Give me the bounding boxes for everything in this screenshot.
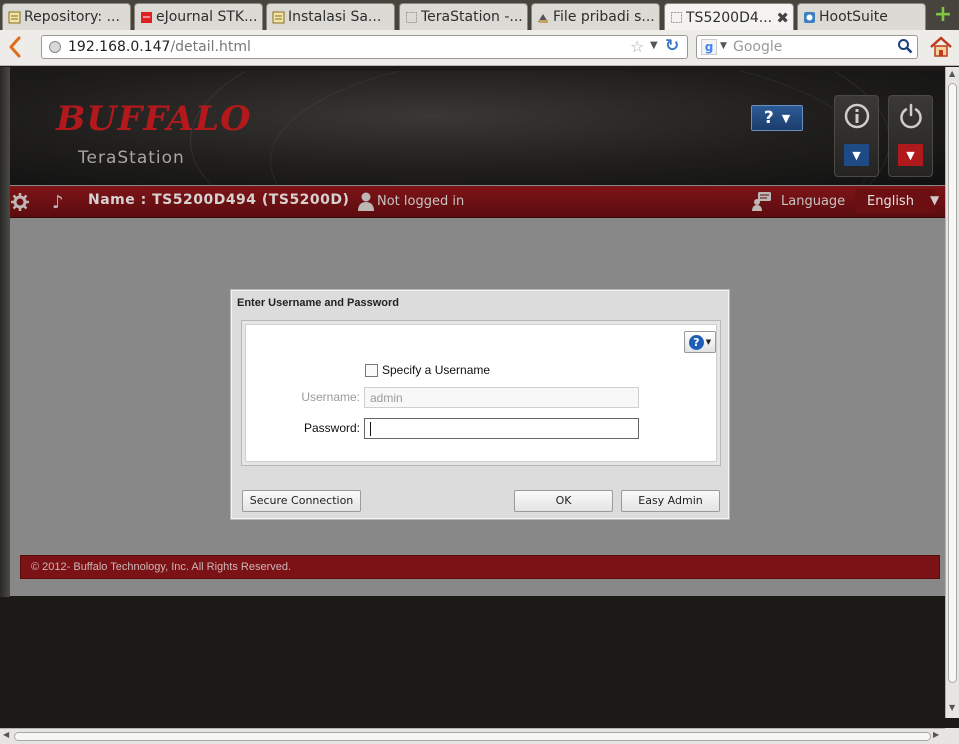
globe-icon (49, 41, 61, 53)
tab-title: TeraStation -... (421, 9, 523, 25)
tab-title: Instalasi Sa... (288, 9, 382, 25)
new-tab-icon[interactable]: + (933, 4, 953, 26)
status-bar: ♪ Name : TS5200D494 (TS5200D) Not logged… (10, 186, 945, 218)
browser-tab[interactable]: Instalasi Sa... (266, 3, 395, 30)
page-icon (139, 10, 153, 24)
power-dropdown-icon[interactable]: ▼ (898, 144, 923, 166)
page-icon (7, 10, 21, 24)
page-viewport: BUFFALO TeraStation ? ▼ ▼ ▼ ♪ Name: TS5… (0, 67, 945, 718)
tab-title: TS5200D4... (686, 9, 773, 26)
question-icon: ? (688, 334, 704, 350)
browser-tab[interactable]: File pribadi s... (531, 3, 660, 30)
music-note-icon[interactable]: ♪ (52, 192, 64, 213)
settings-gear-icon[interactable] (10, 192, 30, 217)
browser-tab[interactable]: TeraStation -... (399, 3, 528, 30)
specify-username-label[interactable]: Specify a Username (382, 363, 490, 377)
search-placeholder: Google (733, 39, 783, 55)
footer-bar: © 2012- Buffalo Technology, Inc. All Rig… (20, 555, 940, 579)
blank-page-icon (669, 11, 683, 25)
scroll-up-icon[interactable]: ▲ (949, 69, 955, 78)
chevron-down-icon: ▼ (781, 111, 791, 125)
copyright-text: © 2012- Buffalo Technology, Inc. All Rig… (31, 561, 292, 573)
app-header: BUFFALO TeraStation ? ▼ ▼ ▼ (10, 71, 945, 185)
search-bar[interactable]: g ▼ Google (696, 35, 918, 59)
language-chat-icon (752, 191, 772, 216)
ok-button[interactable]: OK (514, 490, 613, 512)
login-status: Not logged in (377, 194, 465, 209)
search-icon[interactable] (897, 38, 913, 54)
username-label: Username: (301, 390, 360, 404)
scrollbar-thumb[interactable] (948, 83, 957, 683)
dialog-title: Enter Username and Password (237, 297, 400, 309)
tab-title: eJournal STK... (156, 9, 258, 25)
dialog-form: ? ▼ Specify a Username Username: admin P… (245, 324, 717, 462)
address-bar[interactable]: 192.168.0.147/detail.html ☆ ▼ ↻ (41, 35, 688, 59)
browser-tab-active[interactable]: TS5200D4... ✖ (664, 3, 794, 31)
secure-connection-button[interactable]: Secure Connection (242, 490, 361, 512)
scroll-left-icon[interactable]: ◀ (3, 730, 9, 739)
chevron-down-icon: ▼ (705, 338, 712, 346)
browser-tab[interactable]: Repository: ... (2, 3, 131, 30)
product-name: TeraStation (78, 148, 185, 168)
user-icon (358, 191, 374, 216)
close-tab-icon[interactable]: ✖ (772, 9, 789, 27)
browser-tab-strip: Repository: ... eJournal STK... Instalas… (0, 0, 959, 31)
tab-title: Repository: ... (24, 9, 120, 25)
app-frame: BUFFALO TeraStation ? ▼ ▼ ▼ ♪ Name: TS5… (10, 71, 945, 596)
text-caret (370, 422, 371, 436)
chevron-down-icon[interactable]: ▼ (930, 193, 939, 207)
search-engine-dropdown-icon[interactable]: ▼ (720, 41, 727, 51)
home-icon[interactable] (928, 34, 954, 60)
vertical-scrollbar[interactable]: ▲ ▼ (945, 67, 959, 718)
google-icon[interactable]: g (701, 39, 717, 55)
browser-nav-bar: 192.168.0.147/detail.html ☆ ▼ ↻ g ▼ Goog… (0, 30, 959, 66)
page-icon (536, 10, 550, 24)
bookmark-star-icon[interactable]: ☆ (630, 37, 644, 56)
page-icon (271, 10, 285, 24)
frame-edge (0, 67, 10, 597)
tab-title: File pribadi s... (553, 9, 655, 25)
scrollbar-thumb[interactable] (14, 732, 931, 741)
back-arrow-icon[interactable] (8, 36, 28, 58)
buffalo-logo: BUFFALO (56, 99, 252, 139)
info-dropdown-icon[interactable]: ▼ (844, 144, 869, 166)
power-button[interactable]: ▼ (888, 95, 933, 177)
login-dialog: Enter Username and Password ? ▼ Specify … (231, 290, 729, 519)
easy-admin-button[interactable]: Easy Admin (621, 490, 720, 512)
page-icon (802, 10, 816, 24)
info-button[interactable]: ▼ (834, 95, 879, 177)
history-dropdown-icon[interactable]: ▼ (650, 40, 658, 51)
help-label: ? (763, 108, 774, 128)
browser-tab[interactable]: HootSuite (797, 3, 926, 30)
password-label: Password: (303, 421, 360, 435)
reload-icon[interactable]: ↻ (665, 36, 679, 56)
tab-title: HootSuite (819, 9, 888, 25)
language-select[interactable]: English (855, 189, 935, 213)
dialog-body: ? ▼ Specify a Username Username: admin P… (241, 320, 721, 466)
horizontal-scrollbar[interactable]: ◀ ▶ (0, 728, 945, 744)
password-field[interactable] (364, 418, 639, 439)
help-menu-button[interactable]: ? ▼ (751, 105, 803, 131)
username-field[interactable]: admin (364, 387, 639, 408)
device-name: Name : TS5200D494 (TS5200D) (88, 192, 350, 208)
blank-page-icon (404, 10, 418, 24)
power-icon (889, 102, 932, 137)
scrollbar-corner (945, 728, 959, 744)
url-text[interactable]: 192.168.0.147/detail.html (68, 39, 251, 55)
browser-tab[interactable]: eJournal STK... (134, 3, 263, 30)
specify-username-checkbox[interactable] (365, 364, 378, 377)
language-label: Language (781, 194, 846, 209)
scroll-down-icon[interactable]: ▼ (949, 703, 955, 712)
scroll-right-icon[interactable]: ▶ (933, 730, 939, 739)
dialog-help-button[interactable]: ? ▼ (684, 331, 716, 353)
info-icon (835, 102, 878, 137)
